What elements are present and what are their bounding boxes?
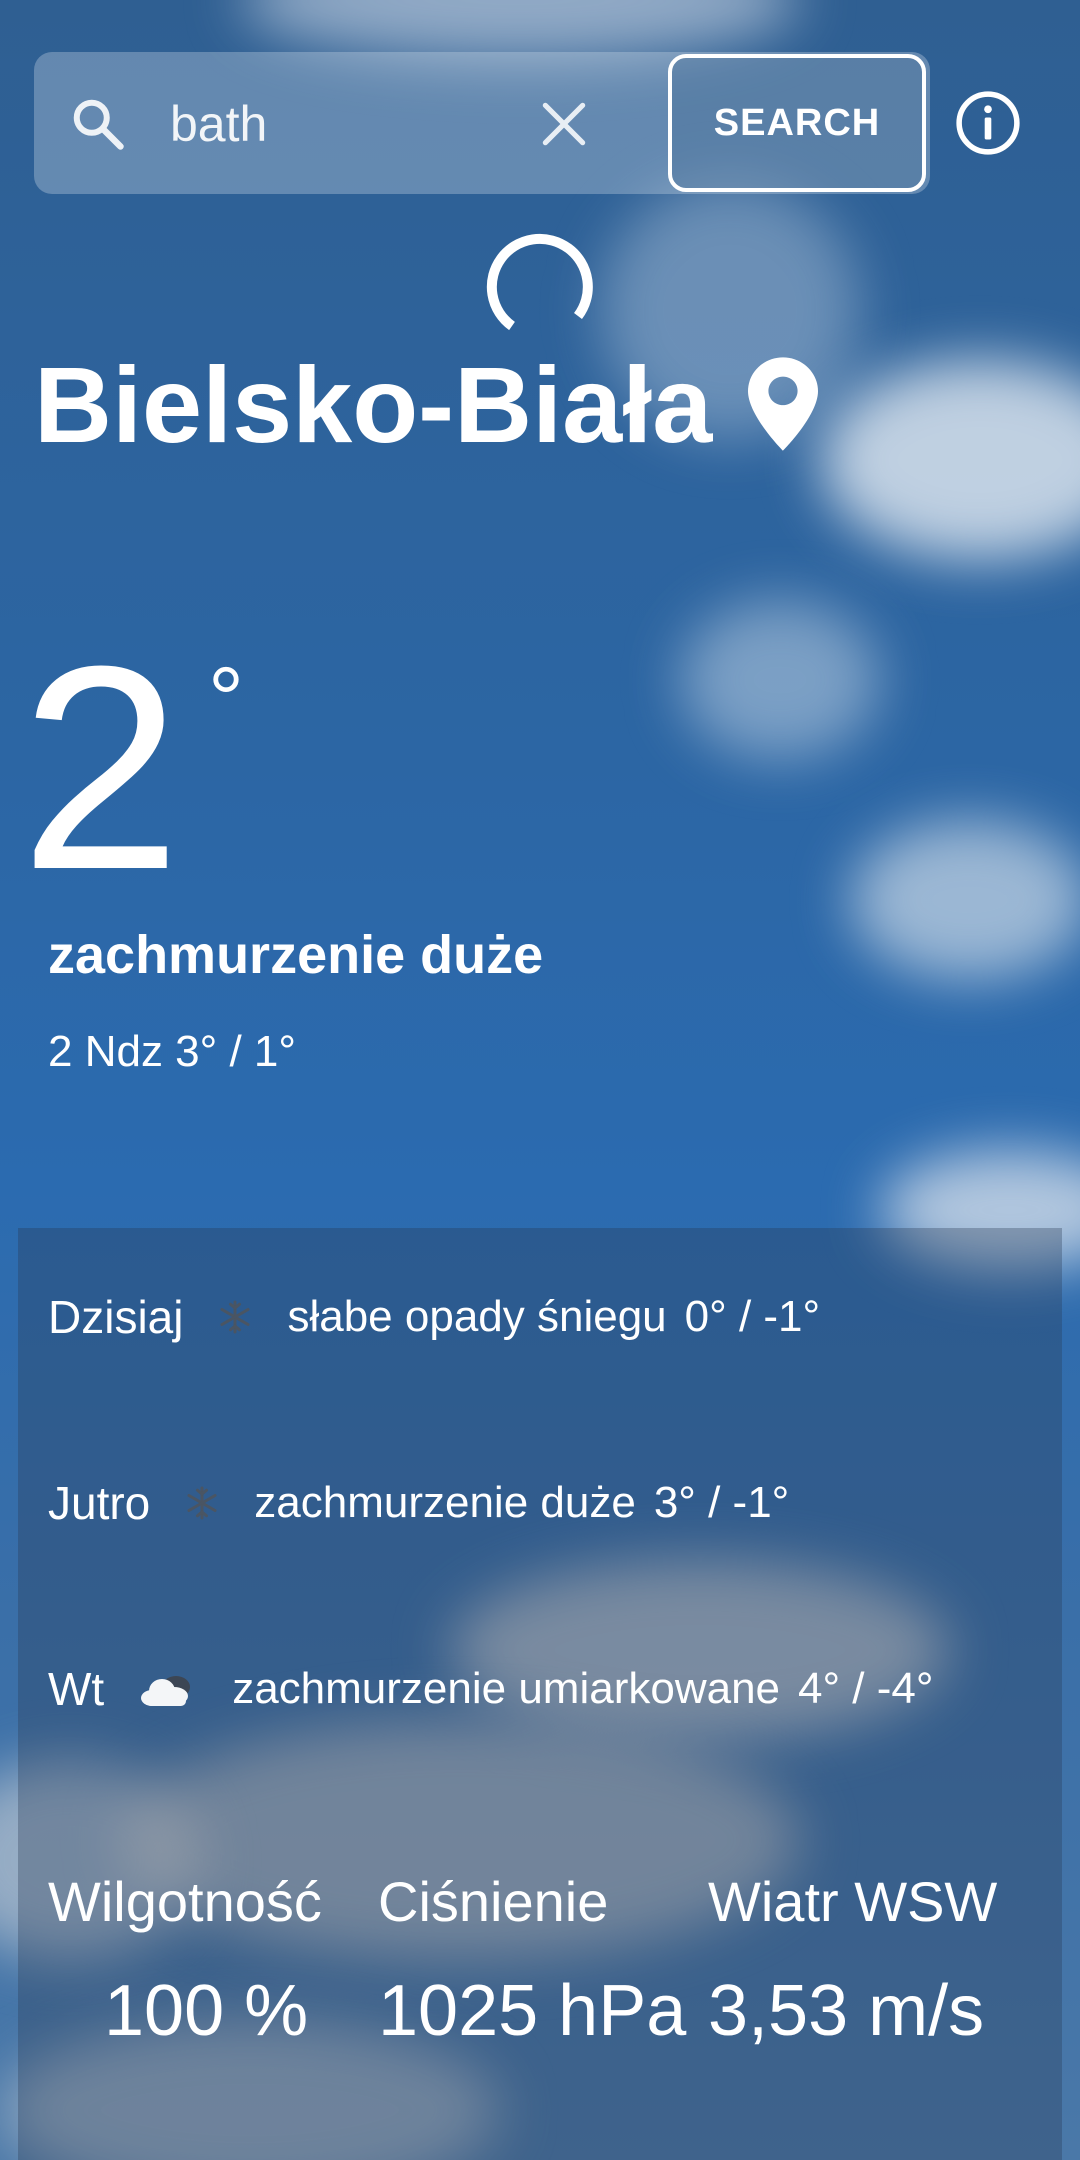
snowflake-icon xyxy=(220,1300,251,1334)
forecast-row-tomorrow: Jutro zachmurzenie duże 3° / -1° xyxy=(48,1468,789,1538)
forecast-description: słabe opady śniegu xyxy=(287,1292,667,1341)
current-condition: zachmurzenie duże xyxy=(48,925,544,985)
current-temperature: 2 xyxy=(20,606,182,930)
wind-label: Wiatr WSW xyxy=(708,1870,998,1933)
forecast-day: Dzisiaj xyxy=(48,1291,184,1343)
wind-value: 3,53 m/s xyxy=(708,1971,985,2051)
date-temperature-range: 2 Ndz 3° / 1° xyxy=(48,1027,296,1076)
snowflake-icon xyxy=(187,1486,217,1520)
pressure-value: 1025 hPa xyxy=(378,1971,687,2051)
search-icon xyxy=(73,99,124,150)
cloud-icon xyxy=(141,1676,191,1706)
humidity-value: 100 % xyxy=(104,1971,309,2051)
forecast-range: 3° / -1° xyxy=(653,1478,790,1527)
weather-screen: SEARCH Bielsko-Biała 2 ° zachmurzenie du… xyxy=(0,0,1080,2160)
background-cloud xyxy=(680,600,880,760)
forecast-day: Wt xyxy=(48,1663,105,1715)
humidity-label: Wilgotność xyxy=(48,1870,322,1933)
degree-symbol: ° xyxy=(208,650,244,750)
background-cloud xyxy=(820,360,1080,560)
close-icon[interactable] xyxy=(536,96,592,152)
background-cloud xyxy=(850,820,1080,980)
search-button[interactable]: SEARCH xyxy=(668,54,926,192)
forecast-range: 4° / -4° xyxy=(798,1664,934,1713)
forecast-day: Jutro xyxy=(48,1477,151,1529)
pressure-label: Ciśnienie xyxy=(378,1870,609,1933)
info-icon[interactable] xyxy=(955,90,1021,156)
forecast-range: 0° / -1° xyxy=(684,1292,821,1341)
background-cloud xyxy=(240,0,800,60)
loading-spinner xyxy=(486,233,593,331)
forecast-description: zachmurzenie umiarkowane xyxy=(232,1664,781,1713)
forecast-row-today: Dzisiaj słabe opady śniegu 0° / -1° xyxy=(48,1282,820,1352)
map-pin-icon[interactable] xyxy=(748,356,818,452)
forecast-row-tuesday: Wt zachmurzenie umiarkowane 4° / -4° xyxy=(48,1654,933,1724)
search-input[interactable] xyxy=(170,86,500,162)
forecast-description: zachmurzenie duże xyxy=(254,1478,636,1527)
city-title: Bielsko-Biała xyxy=(34,344,713,465)
